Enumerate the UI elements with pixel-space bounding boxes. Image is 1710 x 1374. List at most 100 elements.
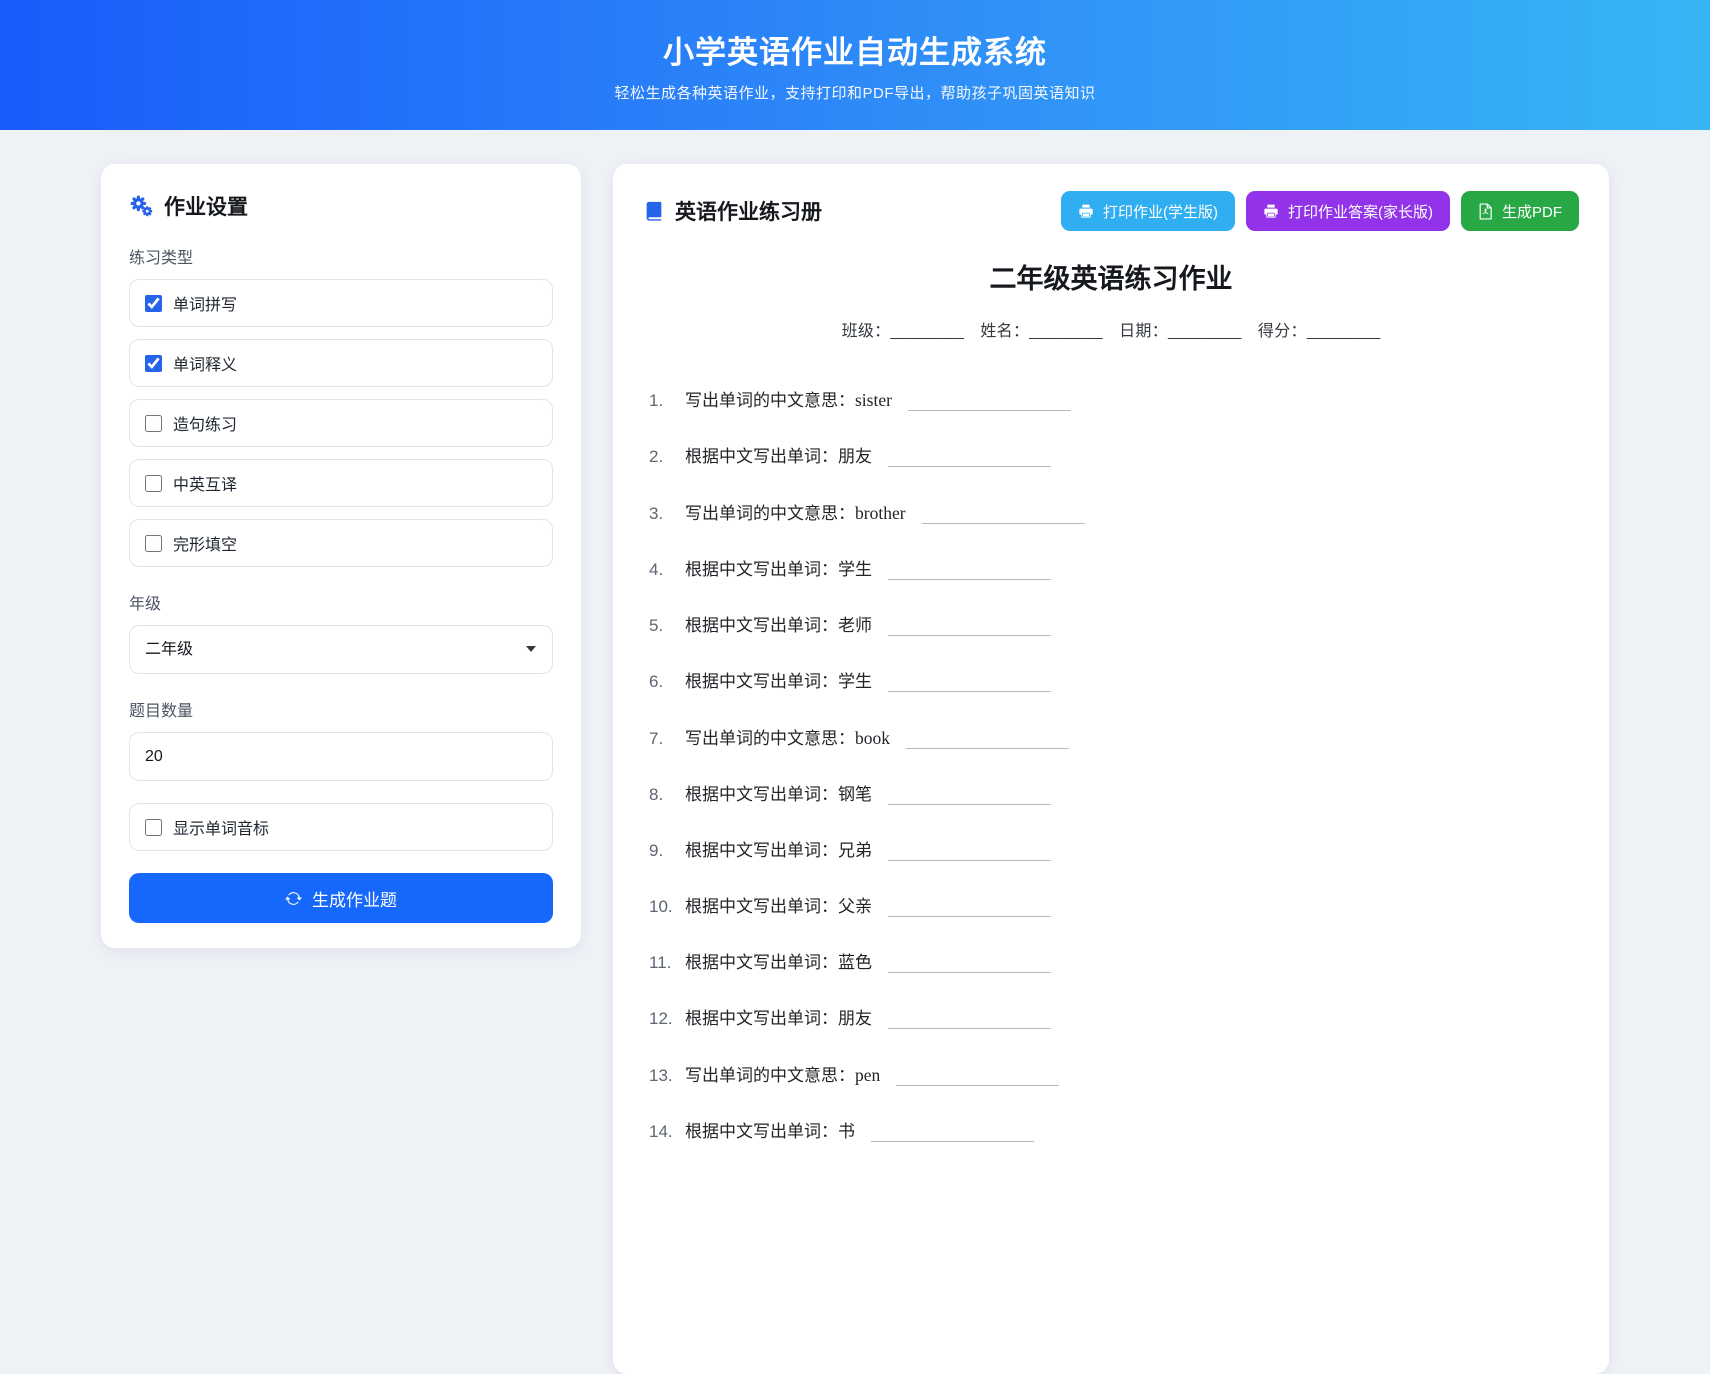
print-student-label: 打印作业(学生版) — [1102, 203, 1218, 221]
printer-icon — [1263, 203, 1279, 219]
print-parent-label: 打印作业答案(家长版) — [1287, 203, 1433, 221]
question-row: 4. 根据中文写出单词：学生 — [649, 558, 1579, 582]
question-prompt: 写出单词的中文意思： — [685, 391, 855, 410]
question-count-input[interactable] — [129, 732, 553, 781]
print-parent-button[interactable]: 打印作业答案(家长版) — [1245, 191, 1450, 231]
workbook-panel: 英语作业练习册 打印作业(学生版) 打印作业答案(家长版) 生成PDF 二年级英… — [613, 164, 1609, 1374]
word-spelling-label: 单词拼写 — [173, 297, 238, 314]
answer-blank — [871, 1128, 1034, 1142]
question-row: 6. 根据中文写出单词：学生 — [649, 670, 1579, 694]
exercise-type-translation[interactable]: 中英互译 — [129, 459, 553, 507]
gears-icon — [129, 194, 154, 219]
generate-button-label: 生成作业题 — [312, 890, 397, 910]
question-count-label: 题目数量 — [129, 703, 194, 720]
question-row: 1. 写出单词的中文意思：sister — [649, 388, 1579, 413]
file-pdf-icon — [1478, 202, 1493, 220]
show-phonetic-label: 显示单词音标 — [173, 821, 270, 838]
question-row: 12. 根据中文写出单词：朋友 — [649, 1007, 1579, 1031]
question-row: 2. 根据中文写出单词：朋友 — [649, 445, 1579, 469]
question-row: 11. 根据中文写出单词：蓝色 — [649, 951, 1579, 975]
app-title: 小学英语作业自动生成系统 — [663, 35, 1047, 70]
question-word: 朋友 — [838, 1009, 872, 1028]
question-prompt: 根据中文写出单词： — [685, 841, 838, 860]
question-prompt: 写出单词的中文意思： — [685, 729, 855, 748]
translation-checkbox[interactable] — [145, 474, 162, 492]
question-number: 3. — [649, 504, 664, 523]
question-number: 10. — [649, 897, 673, 916]
book-icon — [643, 200, 665, 222]
question-number: 9. — [649, 841, 664, 860]
settings-title: 作业设置 — [164, 196, 248, 219]
grade-label: 年级 — [129, 596, 162, 613]
answer-blank — [888, 1015, 1051, 1029]
question-number: 7. — [649, 729, 664, 748]
question-word: 朋友 — [838, 447, 872, 466]
workbook-header: 英语作业练习册 打印作业(学生版) 打印作业答案(家长版) 生成PDF — [643, 191, 1579, 231]
question-prompt: 根据中文写出单词： — [685, 1009, 838, 1028]
sentence-checkbox[interactable] — [145, 414, 162, 432]
generate-pdf-label: 生成PDF — [1501, 203, 1562, 221]
question-number: 5. — [649, 616, 664, 635]
question-prompt: 根据中文写出单词： — [685, 785, 838, 804]
question-prompt: 根据中文写出单词： — [685, 953, 838, 972]
answer-blank — [906, 735, 1069, 749]
exercise-type-word-meaning[interactable]: 单词释义 — [129, 339, 553, 387]
question-row: 9. 根据中文写出单词：兄弟 — [649, 839, 1579, 863]
app-subtitle: 轻松生成各种英语作业，支持打印和PDF导出，帮助孩子巩固英语知识 — [614, 85, 1096, 102]
exercise-type-label: 练习类型 — [129, 250, 194, 267]
question-prompt: 根据中文写出单词： — [685, 616, 838, 635]
generate-pdf-button[interactable]: 生成PDF — [1460, 191, 1579, 231]
answer-blank — [896, 1072, 1060, 1086]
question-row: 7. 写出单词的中文意思：book — [649, 726, 1579, 751]
worksheet-title: 二年级英语练习作业 — [989, 264, 1233, 294]
question-prompt: 根据中文写出单词： — [685, 1122, 838, 1141]
word-meaning-checkbox[interactable] — [145, 354, 162, 372]
question-prompt: 根据中文写出单词： — [685, 447, 838, 466]
question-word: 蓝色 — [838, 953, 872, 972]
question-word: book — [855, 728, 890, 748]
workbook-actions: 打印作业(学生版) 打印作业答案(家长版) 生成PDF — [1060, 191, 1579, 231]
sentence-label: 造句练习 — [173, 417, 238, 434]
exercise-type-sentence[interactable]: 造句练习 — [129, 399, 553, 447]
question-number: 1. — [649, 391, 664, 410]
question-number: 11. — [649, 953, 672, 972]
app-header: 小学英语作业自动生成系统 轻松生成各种英语作业，支持打印和PDF导出，帮助孩子巩… — [0, 0, 1710, 130]
question-list: 1. 写出单词的中文意思：sister 2. 根据中文写出单词：朋友 3. 写出单词的… — [643, 388, 1579, 1144]
question-word: 学生 — [838, 672, 872, 691]
answer-blank — [921, 510, 1085, 524]
question-number: 6. — [649, 672, 664, 691]
question-prompt: 根据中文写出单词： — [685, 672, 838, 691]
show-phonetic-checkbox[interactable] — [145, 818, 162, 836]
question-word: brother — [855, 503, 906, 523]
generate-button[interactable]: 生成作业题 — [129, 873, 553, 923]
question-number: 8. — [649, 785, 664, 804]
show-phonetic-option[interactable]: 显示单词音标 — [129, 803, 553, 851]
cloze-checkbox[interactable] — [145, 534, 162, 552]
answer-blank — [888, 566, 1051, 580]
exercise-type-cloze[interactable]: 完形填空 — [129, 519, 553, 567]
word-spelling-checkbox[interactable] — [145, 294, 162, 312]
question-number: 2. — [649, 447, 664, 466]
question-row: 8. 根据中文写出单词：钢笔 — [649, 783, 1579, 807]
question-number: 4. — [649, 560, 664, 579]
cloze-label: 完形填空 — [173, 537, 238, 554]
exercise-type-word-spelling[interactable]: 单词拼写 — [129, 279, 553, 327]
question-number: 12. — [649, 1009, 673, 1028]
answer-blank — [888, 791, 1051, 805]
worksheet: 二年级英语练习作业 班级：________ 姓名：________ 日期：___… — [643, 257, 1579, 1144]
grade-select[interactable]: 二年级 — [129, 625, 553, 674]
question-prompt: 根据中文写出单词： — [685, 897, 838, 916]
print-student-button[interactable]: 打印作业(学生版) — [1060, 191, 1235, 231]
word-meaning-label: 单词释义 — [173, 357, 238, 374]
question-word: 老师 — [838, 616, 872, 635]
question-word: 学生 — [838, 560, 872, 579]
question-prompt: 写出单词的中文意思： — [685, 504, 855, 523]
settings-panel: 作业设置 练习类型 单词拼写 单词释义 造句练习 中英互译 完形填空 年级 二年… — [101, 164, 581, 948]
question-word: 书 — [838, 1122, 855, 1141]
grade-select-wrap: 二年级 — [129, 625, 553, 674]
settings-title-row: 作业设置 — [129, 191, 553, 221]
answer-blank — [888, 622, 1051, 636]
answer-blank — [888, 847, 1051, 861]
main-content: 作业设置 练习类型 单词拼写 单词释义 造句练习 中英互译 完形填空 年级 二年… — [0, 130, 1710, 1374]
question-word: 钢笔 — [838, 785, 872, 804]
